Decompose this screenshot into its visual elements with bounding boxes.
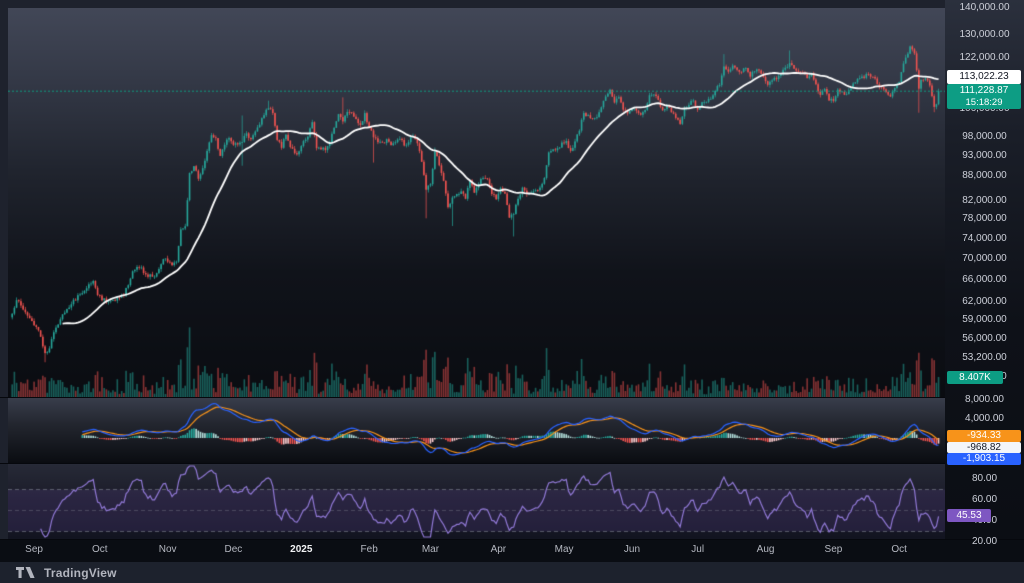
axis-label: 98,000.00 [945,131,1024,143]
axis-label: 59,000.00 [945,314,1024,326]
tradingview-logo-icon[interactable] [16,567,37,578]
axis-label: 8,000.00 [945,394,1024,406]
axis-separator [0,539,1024,540]
rsi-value-badge: 45.53 [947,509,991,522]
time-axis-label: Oct [92,544,108,555]
rsi-chart-canvas[interactable] [8,464,945,539]
macd-chart-canvas[interactable] [8,398,945,463]
rsi-pane [8,464,945,539]
axis-label: 130,000.00 [945,29,1024,41]
time-axis-label: Jul [691,544,704,555]
volume-value-badge: 8.407K [947,371,1003,384]
pane-separator[interactable] [0,397,1024,398]
tradingview-chart-window: 140,000.00130,000.00122,000.00106,000.00… [0,0,1024,583]
time-axis-label: Feb [361,544,378,555]
time-axis-label: Jun [624,544,640,555]
axis-label: 56,000.00 [945,333,1024,345]
axis-label: 70,000.00 [945,253,1024,265]
axis-label: 88,000.00 [945,170,1024,182]
time-axis-label: Aug [757,544,775,555]
time-axis-label: May [555,544,574,555]
macd-line-badge: -1,903.15 [947,453,1021,465]
price-axis[interactable]: 140,000.00130,000.00122,000.00106,000.00… [945,0,1024,539]
time-axis-label: Dec [224,544,242,555]
time-axis-label: Sep [25,544,43,555]
axis-label: 140,000.00 [945,2,1024,14]
axis-label: 80.00 [945,473,1024,485]
macd-pane [8,398,945,463]
axis-label: 93,000.00 [945,150,1024,162]
time-axis-label: 2025 [290,544,312,555]
ma-value-badge: 113,022.23 [947,70,1021,84]
macd-histogram-badge: -968.82 [947,442,1021,453]
axis-label: 20.00 [945,536,1024,548]
time-axis-label: Apr [491,544,507,555]
axis-label: 82,000.00 [945,195,1024,207]
axis-label: 62,000.00 [945,296,1024,308]
time-axis[interactable]: Sep Oct Nov Dec 2025 Feb Mar Apr May Jun Jul Aug Sep… [0,539,1024,562]
axis-label: 122,000.00 [945,52,1024,64]
price-pane [8,8,945,397]
last-price-badge: 111,228.87 15:18:29 [947,84,1021,109]
time-axis-label: Nov [159,544,177,555]
time-axis-label: Mar [422,544,439,555]
axis-label: 60.00 [945,494,1024,506]
time-axis-label: Oct [891,544,907,555]
pane-separator[interactable] [0,463,1024,464]
axis-label: 53,200.00 [945,352,1024,364]
footer-bar: TradingView [0,562,1024,583]
time-axis-label: Sep [825,544,843,555]
axis-label: 74,000.00 [945,233,1024,245]
bar-countdown: 15:18:29 [947,97,1021,108]
axis-label: 78,000.00 [945,213,1024,225]
tradingview-brand-link[interactable]: TradingView [44,566,117,580]
last-price-value: 111,228.87 [947,84,1021,97]
axis-label: 4,000.00 [945,413,1024,425]
candlestick-chart-canvas[interactable] [8,8,945,397]
macd-signal-badge: -934.33 [947,430,1021,442]
axis-label: 66,000.00 [945,274,1024,286]
